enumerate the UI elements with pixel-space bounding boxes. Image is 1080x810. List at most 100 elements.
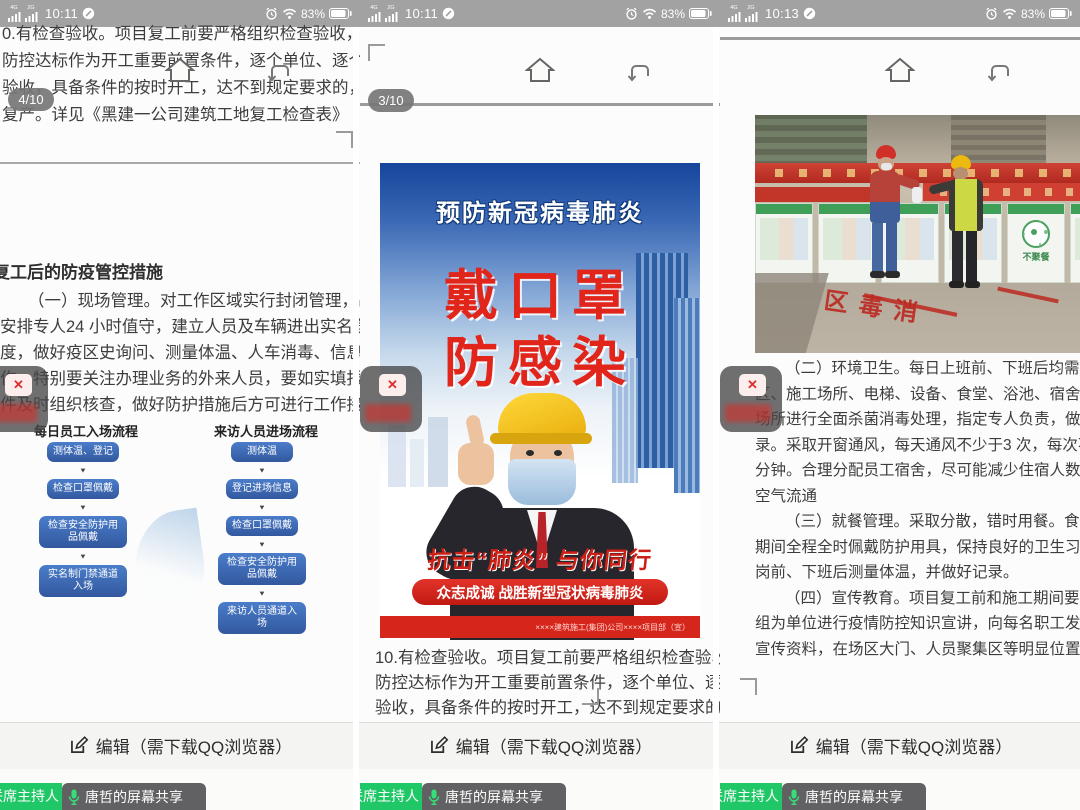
clock-time: 10:11 [45,6,78,21]
section-heading: 复工后的防疫管控措施 [0,258,163,283]
mic-icon [68,789,80,805]
sim2-label: 2G [28,5,35,10]
doc-text-line: 复产。详见《黑建一公司建筑工地复工检查表》 [2,102,360,129]
edit-button-label: 编辑（需下载QQ浏览器） [456,733,652,758]
back-icon[interactable] [626,62,652,82]
phone-screenshot-3: 4G 2G 10:13 83% [720,0,1080,810]
paragraph-body: （二）环境卫生。每日上班前、下班后均需对项目办区、施工场所、电梯、设备、食堂、浴… [755,356,1080,662]
building-under-construction [755,115,867,167]
signal-bars-icon: 2G [745,5,758,22]
edit-button[interactable]: 编辑（需下载QQ浏览器） [360,733,720,758]
panel-seam [713,27,719,810]
watermark-badge: ✕ [360,366,422,432]
flow-step: 来访人员通道入场 [218,602,306,634]
battery-percent: 83% [1021,7,1045,21]
watermark-red-text [0,404,37,422]
wifi-icon [282,8,297,19]
crop-corner-mark [336,131,353,148]
close-icon[interactable]: ✕ [379,374,406,396]
doc-text-line: 期间全程全时佩戴防护用具，保持良好的卫生习惯，每天 [755,535,1080,561]
screen-share-pill[interactable]: 唐哲的屏幕共享 [62,783,206,810]
doc-text-line: 0.有检查验收。项目复工前要严格组织检查验收，将疫情 [2,21,360,48]
home-icon[interactable] [525,57,555,83]
home-icon[interactable] [885,57,915,83]
screen-share-bar[interactable]: 联席主持人 唐哲的屏幕共享 [0,783,206,810]
doc-text-line: 场所进行全面杀菌消毒处理，指定专人负责，做好消毒记 [755,407,1080,433]
edit-pencil-icon [428,735,449,756]
cohost-role-badge: 联席主持人 [0,783,62,810]
board-label: 不聚餐 [1008,250,1064,263]
skyline-illustration [410,439,424,487]
hard-hat-brim [490,433,592,444]
screen-share-label: 唐哲的屏幕共享 [805,787,903,807]
watermark-badge: ✕ [720,366,782,432]
display-board [1070,203,1080,283]
doc-text-line: 区、施工场所、电梯、设备、食堂、浴池、宿舍等所有公 [755,382,1080,408]
screen-share-label: 唐哲的屏幕共享 [85,787,183,807]
doc-text-line: 录。采取开窗通风，每天通风不少于3 次，每次不少于3 [755,433,1080,459]
worker-eye [554,450,562,456]
back-icon[interactable] [266,62,292,82]
flow-step: 检查安全防护用品佩戴 [218,553,306,585]
phone-screenshot-1: 4G 2G 10:11 83% 0.有检查验收。项目复工前要严格组织检查验收，将… [0,0,360,810]
flow-step: 检查安全防护用品佩戴 [39,516,127,548]
face-mask [508,459,576,505]
doc-text-line: 岗前、下班后测量体温，并做好记录。 [755,560,1080,586]
page-badge: 4/10 [8,88,54,111]
doc-text-line: 验收，具备条件的按时开工，达不到规定要求的，暂缓复工 [375,696,720,721]
edit-button[interactable]: 编辑（需下载QQ浏览器） [0,733,360,758]
screen-share-label: 唐哲的屏幕共享 [445,787,543,807]
compass-icon [803,7,816,20]
sim1-label: 4G [11,5,18,10]
close-icon[interactable]: ✕ [5,374,32,396]
watermark-red-text [365,404,411,422]
paragraph-body: （一）现场管理。对工作区域实行封闭管理，出入通道安排专人24 小时值守，建立人员… [0,288,360,418]
signal-bars-icon: 4G [8,5,21,22]
screen-share-pill[interactable]: 唐哲的屏幕共享 [422,783,566,810]
alarm-icon [985,7,998,20]
sim2-label: 2G [748,5,755,10]
hard-hat [498,393,586,437]
doc-text-line: （三）就餐管理。采取分散，错时用餐。食堂人员工 [755,509,1080,535]
watermark-red-text [725,404,771,422]
back-icon[interactable] [986,62,1012,82]
crop-corner-mark [368,44,385,61]
worker-eye [526,450,534,456]
paragraph-bottom: 10.有检查验收。项目复工前要严格组织检查验收，将疫情防控达标作为开工重要前置条… [375,646,720,721]
flow-step: 测体温、登记 [47,442,119,462]
poster-headline-2: 防感染 [380,318,700,397]
battery-percent: 83% [301,7,325,21]
close-icon[interactable]: ✕ [739,374,766,396]
doc-text-line: 作，特别要关注办理业务的外来人员，要如实填报健康信息 [0,366,360,392]
edit-button-label: 编辑（需下载QQ浏览器） [96,733,292,758]
skyline-illustration [428,417,448,487]
spray-bottle [912,187,922,203]
doc-text-line: 件及时组织核查，做好防护措施后方可进行工作接洽。 [0,392,360,418]
phone-screenshot-2: 4G 2G 10:11 83% 3/10 预防新冠病毒肺炎 [360,0,720,810]
signal-bars-icon: 2G [25,5,38,22]
doc-text-line: 安排专人24 小时值守，建立人员及车辆进出实名登记制 [0,314,360,340]
screen-share-bar[interactable]: 联席主持人 唐哲的屏幕共享 [720,783,926,810]
flowchart-title-right: 来访人员进场流程 [214,421,318,440]
battery-percent: 83% [661,7,685,21]
flowchart-title-left: 每日员工入场流程 [34,421,138,440]
home-icon[interactable] [165,57,195,83]
wifi-icon [642,8,657,19]
battery-icon [1049,8,1072,19]
battery-icon [689,8,712,19]
cohost-role-badge: 联席主持人 [720,783,782,810]
alarm-icon [265,7,278,20]
watermark-badge: ✕ [0,366,48,432]
poster-footer: ××××建筑施工(集团)公司××××项目部（宣） [380,616,700,638]
crop-corner-mark [582,688,599,705]
edit-button[interactable]: 编辑（需下载QQ浏览器） [720,733,1080,758]
flow-step: 登记进场信息 [226,479,298,499]
signal-bars-icon: 2G [385,5,398,22]
screenshot-collage: 4G 2G 10:11 83% 0.有检查验收。项目复工前要严格组织检查验收，将… [0,0,1080,810]
screen-share-bar[interactable]: 联席主持人 唐哲的屏幕共享 [360,783,566,810]
doc-text-line: （四）宣传教育。项目复工前和施工期间要以工区、 [755,586,1080,612]
screen-share-pill[interactable]: 唐哲的屏幕共享 [782,783,926,810]
worker-red-uniform [858,145,914,287]
flow-step: 检查口罩佩戴 [47,479,119,499]
clock-time: 10:13 [765,6,799,21]
